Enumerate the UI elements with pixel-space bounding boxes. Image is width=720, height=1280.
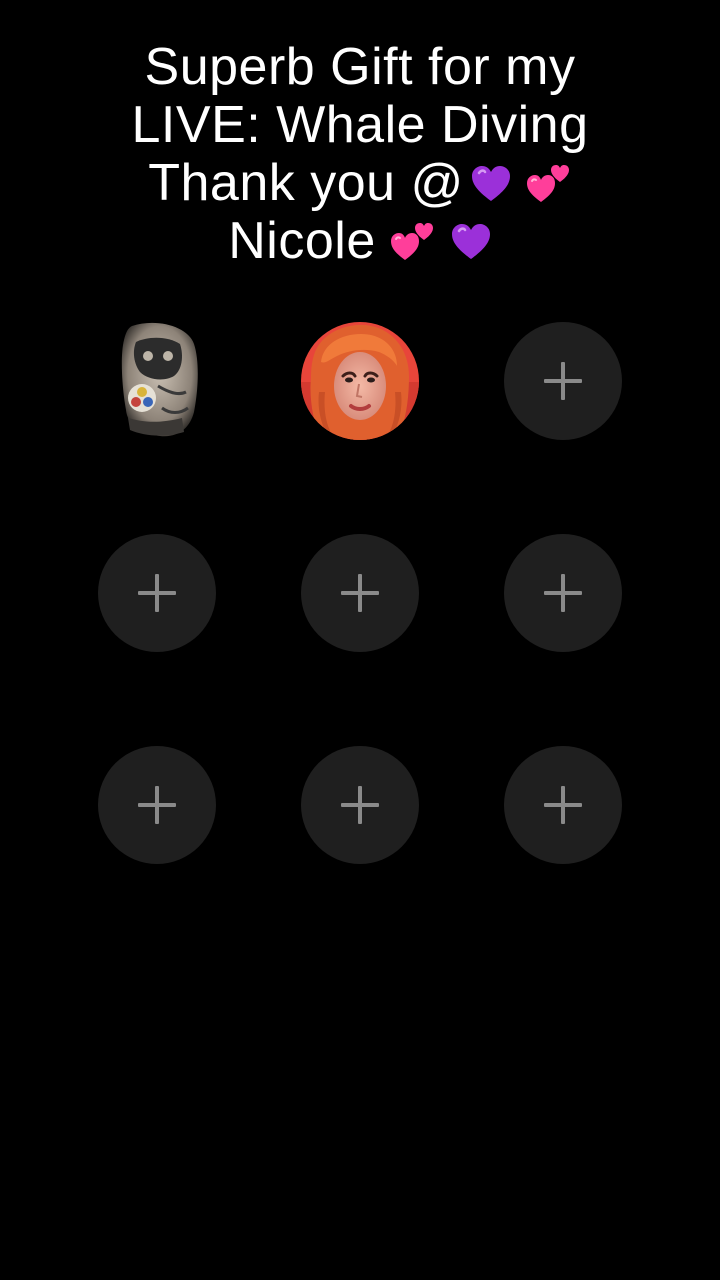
add-guest-slot[interactable]	[504, 534, 622, 652]
plus-icon	[138, 786, 176, 824]
add-guest-slot[interactable]	[301, 534, 419, 652]
tattoo-arm-avatar[interactable]	[98, 322, 216, 440]
plus-icon	[544, 786, 582, 824]
add-guest-slot[interactable]	[98, 534, 216, 652]
add-guest-slot[interactable]	[98, 746, 216, 864]
plus-icon	[544, 362, 582, 400]
participant-grid	[0, 0, 720, 1280]
plus-icon	[544, 574, 582, 612]
plus-icon	[341, 786, 379, 824]
add-guest-slot[interactable]	[504, 746, 622, 864]
red-hair-woman-avatar[interactable]	[301, 322, 419, 440]
add-guest-slot[interactable]	[301, 746, 419, 864]
plus-icon	[138, 574, 176, 612]
plus-icon	[341, 574, 379, 612]
add-guest-slot[interactable]	[504, 322, 622, 440]
